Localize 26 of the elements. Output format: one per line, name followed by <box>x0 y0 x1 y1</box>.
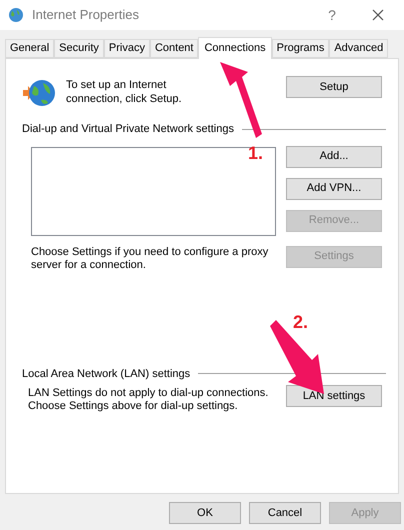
tab[interactable]: Connections <box>198 37 272 59</box>
group-title: Local Area Network (LAN) settings <box>22 366 190 382</box>
connection-list[interactable] <box>31 146 276 236</box>
step-label: 1. <box>248 142 264 165</box>
add-vpn-button[interactable]: Add VPN... <box>286 178 382 200</box>
add-button[interactable]: Add... <box>286 146 382 168</box>
globe-icon <box>8 7 24 23</box>
cancel-button[interactable]: Cancel <box>249 502 321 524</box>
tab[interactable]: Security <box>54 39 104 58</box>
setup-text: To set up an Internet connection, click Setup. <box>66 78 183 106</box>
ok-button[interactable]: OK <box>169 502 241 524</box>
close-icon[interactable] <box>372 9 384 21</box>
group-title: Dial-up and Virtual Private Network settings <box>22 122 234 137</box>
proxy-text: Choose Settings if you need to configure a proxy server for a connection. <box>31 246 270 272</box>
tab[interactable]: Content <box>150 39 198 58</box>
tab[interactable]: General <box>5 39 54 58</box>
lan-settings-button[interactable]: LAN settings <box>286 385 382 407</box>
window-title: Internet Properties <box>32 6 140 24</box>
setup-button[interactable]: Setup <box>286 76 382 98</box>
help-button[interactable]: ? <box>320 4 344 26</box>
globe-icon <box>22 79 56 109</box>
tab[interactable]: Privacy <box>104 39 150 58</box>
step-label: 2. <box>293 311 308 334</box>
lan-text: LAN Settings do not apply to dial-up connections. Choose Settings above for dial-up settings. <box>28 387 270 413</box>
tab[interactable]: Advanced <box>329 39 388 58</box>
tab[interactable]: Programs <box>272 39 330 58</box>
